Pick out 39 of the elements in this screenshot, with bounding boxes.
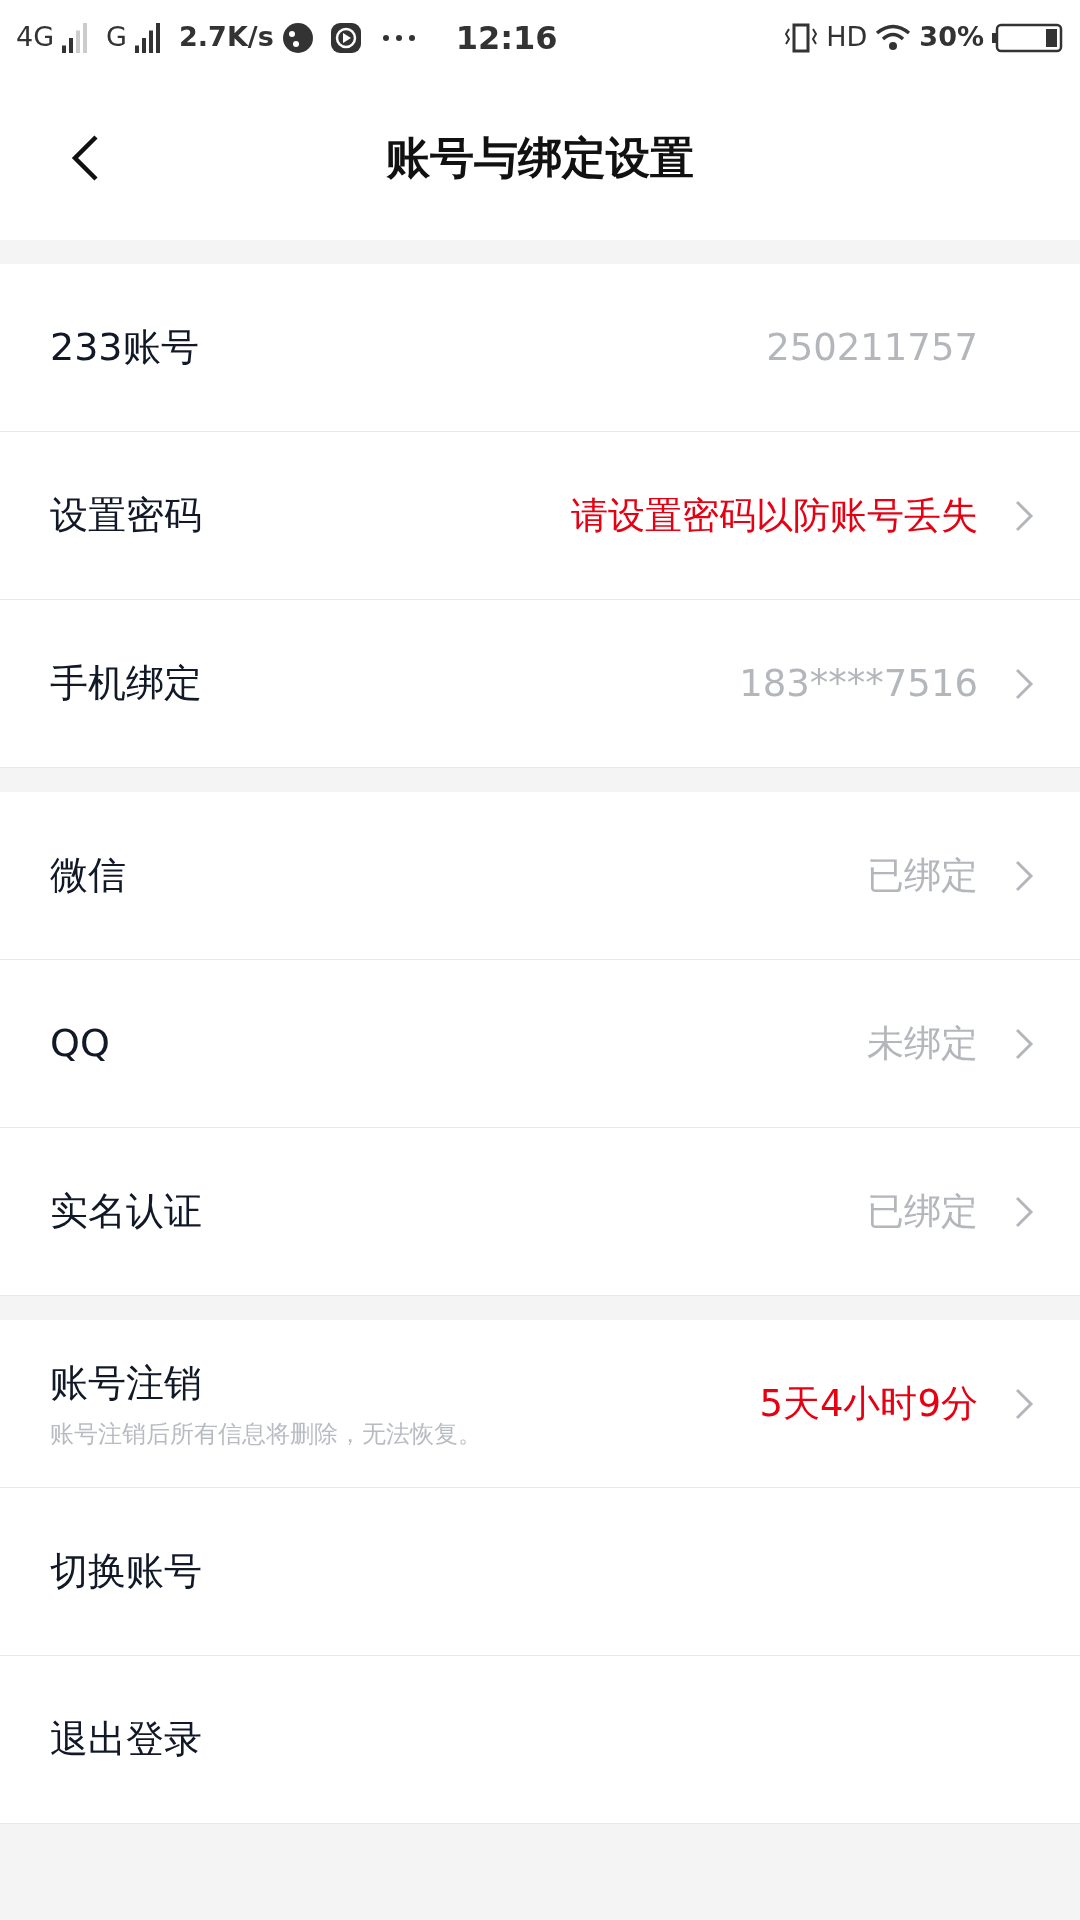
row-value: 未绑定 [867,1020,978,1067]
row-subtitle: 账号注销后所有信息将删除，无法恢复。 [50,1419,483,1450]
row-label: 切换账号 [50,1548,203,1595]
settings-row[interactable]: 切换账号 [0,1488,1080,1656]
settings-row[interactable]: QQ 未绑定 [0,960,1080,1128]
more-icon [381,33,416,42]
settings-row[interactable]: 设置密码 请设置密码以防账号丢失 [0,432,1080,600]
row-label: 微信 [50,852,127,899]
page-title: 账号与绑定设置 [386,130,694,185]
settings-row[interactable]: 微信 已绑定 [0,792,1080,960]
battery-percent: 30% [919,20,984,55]
row-label: 实名认证 [50,1188,203,1235]
row-value: 请设置密码以防账号丢失 [571,492,978,539]
row-value: 已绑定 [867,852,978,899]
row-label: QQ [50,1020,111,1067]
network-label: 4G [16,20,55,55]
back-icon [71,133,99,182]
network-label: G [106,20,128,55]
row-value: 250211757 [766,324,978,371]
wifi-icon [875,23,912,52]
vibrate-icon [784,22,819,53]
battery-icon [992,22,1064,53]
settings-row[interactable]: 账号注销 账号注销后所有信息将删除，无法恢复。 5天4小时9分 [0,1320,1080,1488]
settings-row[interactable]: 233账号 250211757 [0,264,1080,432]
row-label: 账号注销 [50,1360,203,1407]
row-value: 已绑定 [867,1188,978,1235]
clock: 12:16 [455,17,558,59]
row-value: 5天4小时9分 [759,1380,978,1427]
settings-row[interactable]: 退出登录 [0,1656,1080,1824]
row-value: 183****7516 [739,660,978,707]
row-label: 手机绑定 [50,660,203,707]
row-label: 退出登录 [50,1716,203,1763]
settings-row[interactable]: 实名认证 已绑定 [0,1128,1080,1296]
row-label: 设置密码 [50,492,203,539]
settings-row[interactable]: 手机绑定 183****7516 [0,600,1080,768]
row-label: 233账号 [50,324,200,371]
network-speed: 2.7K/s [179,20,274,55]
hd-label: HD [826,20,868,55]
play-icon [329,21,362,54]
